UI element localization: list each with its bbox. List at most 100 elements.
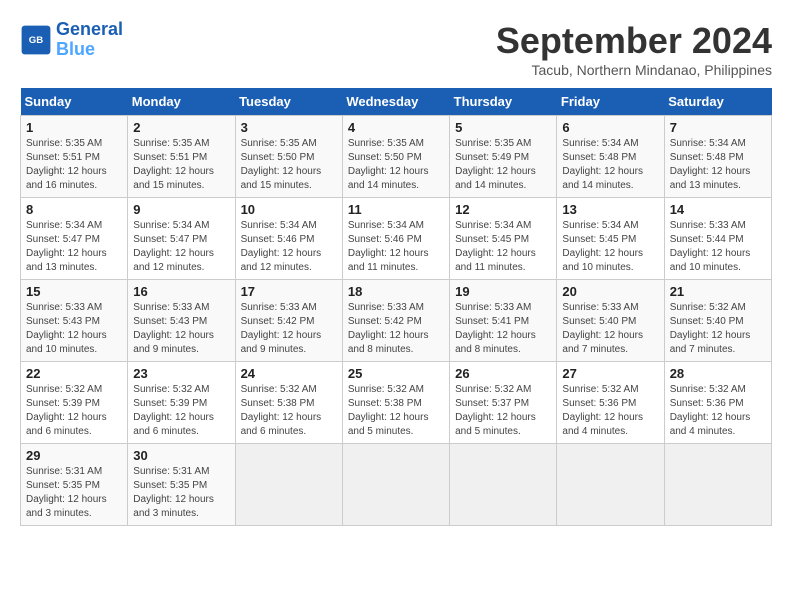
calendar-day-25: 25Sunrise: 5:32 AMSunset: 5:38 PMDayligh… (342, 362, 449, 444)
calendar-week-2: 8 Sunrise: 5:34 AMSunset: 5:47 PMDaylight… (21, 198, 772, 280)
day-info: Sunrise: 5:33 AMSunset: 5:42 PMDaylight:… (241, 301, 337, 357)
calendar-day-21: 21Sunrise: 5:32 AMSunset: 5:40 PMDayligh… (664, 280, 771, 362)
calendar-day-15: 15 Sunrise: 5:33 AMSunset: 5:43 PMDayligh… (21, 280, 128, 362)
day-info: Sunrise: 5:34 AMSunset: 5:48 PMDaylight:… (670, 137, 766, 193)
day-info: Sunrise: 5:33 AMSunset: 5:42 PMDaylight:… (348, 301, 444, 357)
day-number: 1 (26, 120, 122, 135)
day-info: Sunrise: 5:32 AMSunset: 5:38 PMDaylight:… (348, 383, 444, 439)
calendar-day-12: 12Sunrise: 5:34 AMSunset: 5:45 PMDayligh… (450, 198, 557, 280)
calendar-day-28: 28 Sunrise: 5:32 AMSunset: 5:36 PMDayligh… (664, 362, 771, 444)
calendar-day-10: 10Sunrise: 5:34 AMSunset: 5:46 PMDayligh… (235, 198, 342, 280)
day-number: 24 (241, 366, 337, 381)
calendar-day-30: 30 Sunrise: 5:31 AMSunset: 5:35 PMDayligh… (128, 444, 235, 526)
month-title: September 2024 (496, 20, 772, 62)
day-info: Sunrise: 5:32 AMSunset: 5:39 PMDaylight:… (133, 383, 229, 439)
calendar-day-8: 8 Sunrise: 5:34 AMSunset: 5:47 PMDaylight… (21, 198, 128, 280)
logo: GB General Blue (20, 20, 123, 60)
calendar-day-empty (450, 444, 557, 526)
day-number: 9 (133, 202, 229, 217)
day-number: 2 (133, 120, 229, 135)
calendar-day-6: 6 Sunrise: 5:34 AMSunset: 5:48 PMDaylight… (557, 116, 664, 198)
day-number: 4 (348, 120, 444, 135)
calendar-day-13: 13 Sunrise: 5:34 AMSunset: 5:45 PMDayligh… (557, 198, 664, 280)
calendar-day-9: 9 Sunrise: 5:34 AMSunset: 5:47 PMDaylight… (128, 198, 235, 280)
day-info: Sunrise: 5:35 AMSunset: 5:49 PMDaylight:… (455, 137, 551, 193)
calendar-day-16: 16 Sunrise: 5:33 AMSunset: 5:43 PMDayligh… (128, 280, 235, 362)
day-number: 3 (241, 120, 337, 135)
day-number: 21 (670, 284, 766, 299)
calendar-day-14: 14 Sunrise: 5:33 AMSunset: 5:44 PMDayligh… (664, 198, 771, 280)
day-number: 5 (455, 120, 551, 135)
day-info: Sunrise: 5:34 AMSunset: 5:46 PMDaylight:… (348, 219, 444, 275)
day-number: 19 (455, 284, 551, 299)
logo-text: General Blue (56, 20, 123, 60)
calendar-day-3: 3 Sunrise: 5:35 AMSunset: 5:50 PMDaylight… (235, 116, 342, 198)
day-number: 28 (670, 366, 766, 381)
calendar-week-4: 22Sunrise: 5:32 AMSunset: 5:39 PMDayligh… (21, 362, 772, 444)
calendar-day-11: 11 Sunrise: 5:34 AMSunset: 5:46 PMDayligh… (342, 198, 449, 280)
day-number: 26 (455, 366, 551, 381)
logo-icon: GB (20, 24, 52, 56)
header-tuesday: Tuesday (235, 88, 342, 116)
svg-text:GB: GB (29, 35, 43, 46)
day-number: 27 (562, 366, 658, 381)
title-block: September 2024 Tacub, Northern Mindanao,… (496, 20, 772, 78)
calendar-day-24: 24 Sunrise: 5:32 AMSunset: 5:38 PMDayligh… (235, 362, 342, 444)
day-info: Sunrise: 5:35 AMSunset: 5:51 PMDaylight:… (26, 137, 122, 193)
day-info: Sunrise: 5:33 AMSunset: 5:43 PMDaylight:… (133, 301, 229, 357)
calendar-day-4: 4Sunrise: 5:35 AMSunset: 5:50 PMDaylight… (342, 116, 449, 198)
day-number: 23 (133, 366, 229, 381)
day-info: Sunrise: 5:32 AMSunset: 5:36 PMDaylight:… (670, 383, 766, 439)
calendar-day-18: 18Sunrise: 5:33 AMSunset: 5:42 PMDayligh… (342, 280, 449, 362)
day-info: Sunrise: 5:34 AMSunset: 5:47 PMDaylight:… (133, 219, 229, 275)
day-number: 15 (26, 284, 122, 299)
day-info: Sunrise: 5:31 AMSunset: 5:35 PMDaylight:… (133, 465, 229, 521)
calendar-day-1: 1 Sunrise: 5:35 AMSunset: 5:51 PMDaylight… (21, 116, 128, 198)
calendar-day-7: 7 Sunrise: 5:34 AMSunset: 5:48 PMDaylight… (664, 116, 771, 198)
day-number: 11 (348, 202, 444, 217)
calendar-day-empty (664, 444, 771, 526)
calendar-day-26: 26 Sunrise: 5:32 AMSunset: 5:37 PMDayligh… (450, 362, 557, 444)
day-info: Sunrise: 5:35 AMSunset: 5:51 PMDaylight:… (133, 137, 229, 193)
day-info: Sunrise: 5:32 AMSunset: 5:39 PMDaylight:… (26, 383, 122, 439)
day-info: Sunrise: 5:32 AMSunset: 5:37 PMDaylight:… (455, 383, 551, 439)
calendar-day-empty (557, 444, 664, 526)
calendar-day-27: 27Sunrise: 5:32 AMSunset: 5:36 PMDayligh… (557, 362, 664, 444)
calendar-day-23: 23 Sunrise: 5:32 AMSunset: 5:39 PMDayligh… (128, 362, 235, 444)
calendar-day-2: 2 Sunrise: 5:35 AMSunset: 5:51 PMDaylight… (128, 116, 235, 198)
header-wednesday: Wednesday (342, 88, 449, 116)
header-friday: Friday (557, 88, 664, 116)
day-info: Sunrise: 5:34 AMSunset: 5:45 PMDaylight:… (562, 219, 658, 275)
header-sunday: Sunday (21, 88, 128, 116)
day-number: 13 (562, 202, 658, 217)
day-number: 7 (670, 120, 766, 135)
header-saturday: Saturday (664, 88, 771, 116)
day-info: Sunrise: 5:35 AMSunset: 5:50 PMDaylight:… (241, 137, 337, 193)
calendar-day-empty (342, 444, 449, 526)
calendar-day-22: 22Sunrise: 5:32 AMSunset: 5:39 PMDayligh… (21, 362, 128, 444)
day-number: 10 (241, 202, 337, 217)
day-number: 20 (562, 284, 658, 299)
day-number: 14 (670, 202, 766, 217)
day-info: Sunrise: 5:32 AMSunset: 5:38 PMDaylight:… (241, 383, 337, 439)
calendar-table: SundayMondayTuesdayWednesdayThursdayFrid… (20, 88, 772, 526)
calendar-week-5: 29Sunrise: 5:31 AMSunset: 5:35 PMDayligh… (21, 444, 772, 526)
day-number: 6 (562, 120, 658, 135)
calendar-day-20: 20 Sunrise: 5:33 AMSunset: 5:40 PMDayligh… (557, 280, 664, 362)
header-monday: Monday (128, 88, 235, 116)
day-info: Sunrise: 5:34 AMSunset: 5:48 PMDaylight:… (562, 137, 658, 193)
header-thursday: Thursday (450, 88, 557, 116)
day-info: Sunrise: 5:33 AMSunset: 5:43 PMDaylight:… (26, 301, 122, 357)
day-number: 8 (26, 202, 122, 217)
calendar-day-19: 19Sunrise: 5:33 AMSunset: 5:41 PMDayligh… (450, 280, 557, 362)
day-number: 17 (241, 284, 337, 299)
day-info: Sunrise: 5:34 AMSunset: 5:47 PMDaylight:… (26, 219, 122, 275)
day-number: 30 (133, 448, 229, 463)
day-number: 16 (133, 284, 229, 299)
calendar-day-29: 29Sunrise: 5:31 AMSunset: 5:35 PMDayligh… (21, 444, 128, 526)
calendar-day-empty (235, 444, 342, 526)
day-info: Sunrise: 5:33 AMSunset: 5:40 PMDaylight:… (562, 301, 658, 357)
calendar-week-1: 1 Sunrise: 5:35 AMSunset: 5:51 PMDaylight… (21, 116, 772, 198)
day-info: Sunrise: 5:34 AMSunset: 5:45 PMDaylight:… (455, 219, 551, 275)
day-info: Sunrise: 5:33 AMSunset: 5:44 PMDaylight:… (670, 219, 766, 275)
